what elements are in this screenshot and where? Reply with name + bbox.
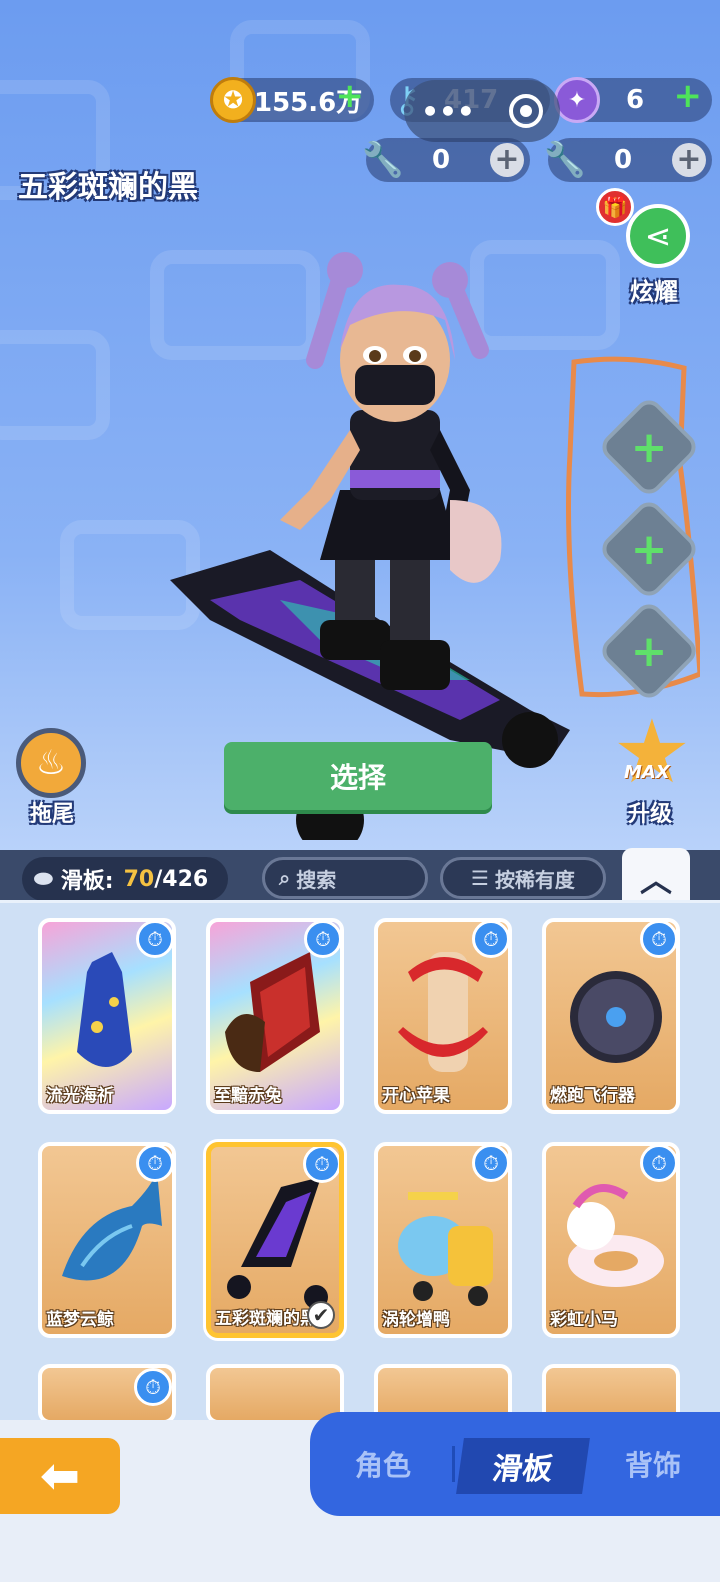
- item-name: 涡轮增鸭: [382, 1310, 450, 1330]
- tab-divider: [452, 1446, 455, 1482]
- count-label: 滑板:: [60, 869, 114, 894]
- timer-icon: ⏱: [134, 1368, 172, 1406]
- chevron-up-icon: ︿: [639, 861, 672, 899]
- item-name: 五彩斑斓的黑: [215, 1309, 317, 1329]
- more-icon[interactable]: •••: [421, 95, 475, 128]
- add-gems-icon[interactable]: +: [674, 76, 703, 116]
- gold-wrench-icon: 🔧: [543, 140, 587, 180]
- plus-icon: +: [630, 421, 668, 473]
- timer-icon: ⏱: [640, 922, 676, 958]
- item-card[interactable]: ⏱ 燃跑飞行器: [542, 918, 680, 1114]
- gift-icon[interactable]: 🎁: [596, 188, 634, 226]
- add-gold-wrench-button[interactable]: +: [672, 143, 706, 177]
- item-art: [398, 952, 488, 1072]
- item-name: 开心苹果: [382, 1086, 450, 1106]
- skateboard-icon: ⬬: [34, 866, 53, 892]
- upgrade-label: 升级: [628, 802, 673, 827]
- add-coins-icon[interactable]: +: [336, 76, 365, 116]
- timer-icon: ⏱: [136, 1146, 172, 1182]
- owned-count: 70: [123, 866, 155, 892]
- item-art: [225, 952, 320, 1072]
- timer-icon: ⏱: [472, 1146, 508, 1182]
- timer-icon: ⏱: [472, 922, 508, 958]
- gold-coin-icon: ✪: [210, 77, 256, 123]
- item-card[interactable]: ⏱ 彩虹小马: [542, 1142, 680, 1338]
- select-button[interactable]: 选择: [224, 742, 492, 810]
- gold-wrench-value: 0: [614, 145, 633, 175]
- silver-wrench-counter: 🔧 0 +: [362, 138, 530, 182]
- item-name: 流光海祈: [46, 1086, 114, 1106]
- check-icon: ✔: [307, 1301, 335, 1329]
- search-icon: ⌕: [279, 866, 291, 890]
- item-card[interactable]: ⏱: [38, 1364, 176, 1424]
- coins-counter: ✪ 155.6万 +: [210, 76, 374, 123]
- record-icon[interactable]: [508, 94, 543, 128]
- share-button[interactable]: ⋖: [626, 204, 690, 268]
- max-badge: MAX: [624, 762, 670, 783]
- item-art: [227, 1177, 328, 1307]
- silver-wrench-value: 0: [432, 145, 451, 175]
- timer-icon: ⏱: [304, 922, 340, 958]
- list-icon: ☰: [471, 866, 489, 890]
- item-art: [398, 1192, 493, 1306]
- item-name: 燃跑飞行器: [550, 1086, 635, 1106]
- item-art: [77, 952, 132, 1067]
- gems-value: 6: [626, 85, 645, 115]
- item-art: [570, 971, 662, 1063]
- back-arrow-icon: ⬅: [39, 1448, 81, 1504]
- plus-icon: +: [630, 625, 668, 677]
- total-count: /426: [154, 866, 209, 892]
- item-card[interactable]: ⏱ 开心苹果: [374, 918, 512, 1114]
- upgrade-button[interactable]: ★ MAX: [606, 708, 698, 798]
- tab-skateboard[interactable]: 滑板: [456, 1438, 590, 1494]
- silver-wrench-icon: 🔧: [361, 140, 405, 180]
- item-name: 至黯赤兔: [214, 1086, 282, 1106]
- sort-label: 按稀有度: [494, 867, 575, 892]
- item-art: [567, 1184, 664, 1287]
- sort-button[interactable]: ☰ 按稀有度: [440, 857, 606, 899]
- item-art: [62, 1171, 162, 1281]
- tab-bar: 角色 滑板 背饰: [310, 1412, 720, 1516]
- gem-icon: ✦: [554, 77, 600, 123]
- collapse-button[interactable]: ︿: [622, 848, 690, 908]
- search-input[interactable]: ⌕ 搜索: [262, 857, 428, 899]
- item-title: 五彩斑斓的黑: [18, 170, 198, 205]
- item-card[interactable]: ⏱ 至黯赤兔: [206, 918, 344, 1114]
- timer-icon: ⏱: [303, 1147, 339, 1183]
- add-silver-wrench-button[interactable]: +: [490, 143, 524, 177]
- system-overlay-pill[interactable]: •••: [404, 80, 560, 142]
- tab-accessory[interactable]: 背饰: [586, 1412, 720, 1516]
- item-name: 彩虹小马: [550, 1310, 618, 1330]
- trail-label: 拖尾: [30, 802, 75, 827]
- gold-wrench-counter: 🔧 0 +: [544, 138, 712, 182]
- count-pill: ⬬ 滑板: 70 /426: [22, 857, 228, 901]
- timer-icon: ⏱: [136, 922, 172, 958]
- item-card[interactable]: ⏱ 五彩斑斓的黑 ✔: [206, 1142, 344, 1338]
- search-placeholder: 搜索: [296, 867, 337, 892]
- plus-icon: +: [630, 523, 668, 575]
- item-name: 蓝梦云鲸: [46, 1310, 114, 1330]
- item-card[interactable]: ⏱ 涡轮增鸭: [374, 1142, 512, 1338]
- item-card[interactable]: ⏱ 蓝梦云鲸: [38, 1142, 176, 1338]
- gems-counter: ✦ 6 +: [554, 76, 712, 123]
- item-card[interactable]: ⏱ 流光海祈: [38, 918, 176, 1114]
- trail-button[interactable]: ♨: [16, 728, 86, 798]
- share-icon: ⋖: [644, 217, 672, 255]
- back-button[interactable]: ⬅: [0, 1438, 120, 1514]
- flame-icon: ♨: [35, 743, 67, 783]
- share-label: 炫耀: [630, 278, 678, 306]
- tab-character[interactable]: 角色: [310, 1412, 456, 1516]
- timer-icon: ⏱: [640, 1146, 676, 1182]
